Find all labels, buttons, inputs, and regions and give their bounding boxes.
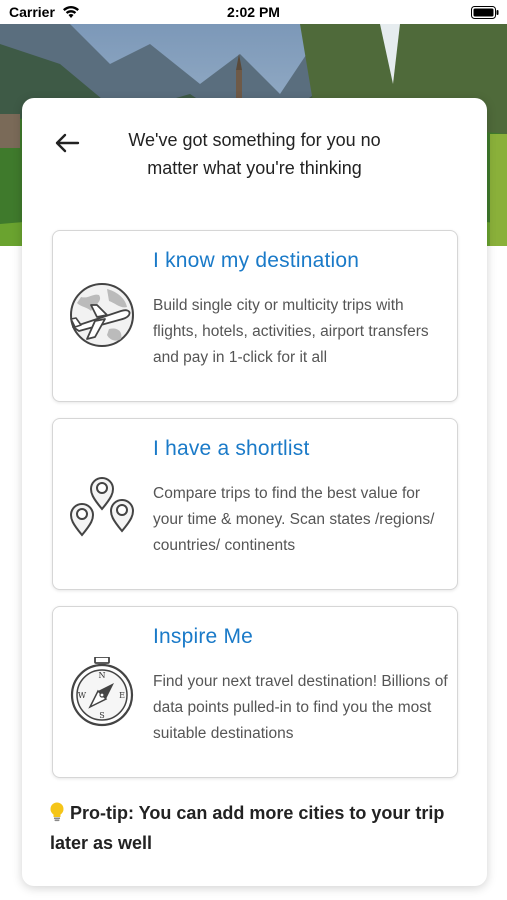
option-know-destination[interactable]: I know my destination Build single city …	[52, 230, 458, 402]
compass-n-label: N	[99, 671, 106, 680]
compass-e-label: E	[119, 691, 125, 700]
trip-type-panel: We've got something for you no matter wh…	[22, 98, 487, 886]
option-have-shortlist[interactable]: I have a shortlist Compare trips to find…	[52, 418, 458, 590]
option-description: Find your next travel destination! Billi…	[153, 673, 448, 742]
compass-s-label: S	[99, 711, 104, 720]
compass-icon: N E S W	[70, 657, 134, 727]
compass-w-label: W	[78, 691, 87, 700]
back-arrow-icon[interactable]	[54, 132, 80, 154]
battery-icon	[471, 6, 499, 19]
globe-plane-icon	[70, 283, 134, 347]
option-title: I have a shortlist	[153, 437, 310, 460]
option-title: I know my destination	[153, 249, 360, 272]
map-pins-icon	[69, 477, 135, 537]
lightbulb-icon	[50, 802, 64, 822]
pro-tip-text: Pro-tip: You can add more cities to your…	[50, 803, 445, 853]
option-title: Inspire Me	[153, 625, 254, 648]
status-time: 2:02 PM	[227, 4, 280, 20]
page-title: We've got something for you no matter wh…	[128, 130, 381, 178]
option-description: Compare trips to find the best value for…	[153, 485, 435, 554]
option-description: Build single city or multicity trips wit…	[153, 297, 429, 366]
option-inspire-me[interactable]: N E S W Inspire Me Find your next travel…	[52, 606, 458, 778]
status-bar: Carrier 2:02 PM	[0, 0, 507, 24]
pro-tip: Pro-tip: You can add more cities to your…	[50, 798, 460, 858]
